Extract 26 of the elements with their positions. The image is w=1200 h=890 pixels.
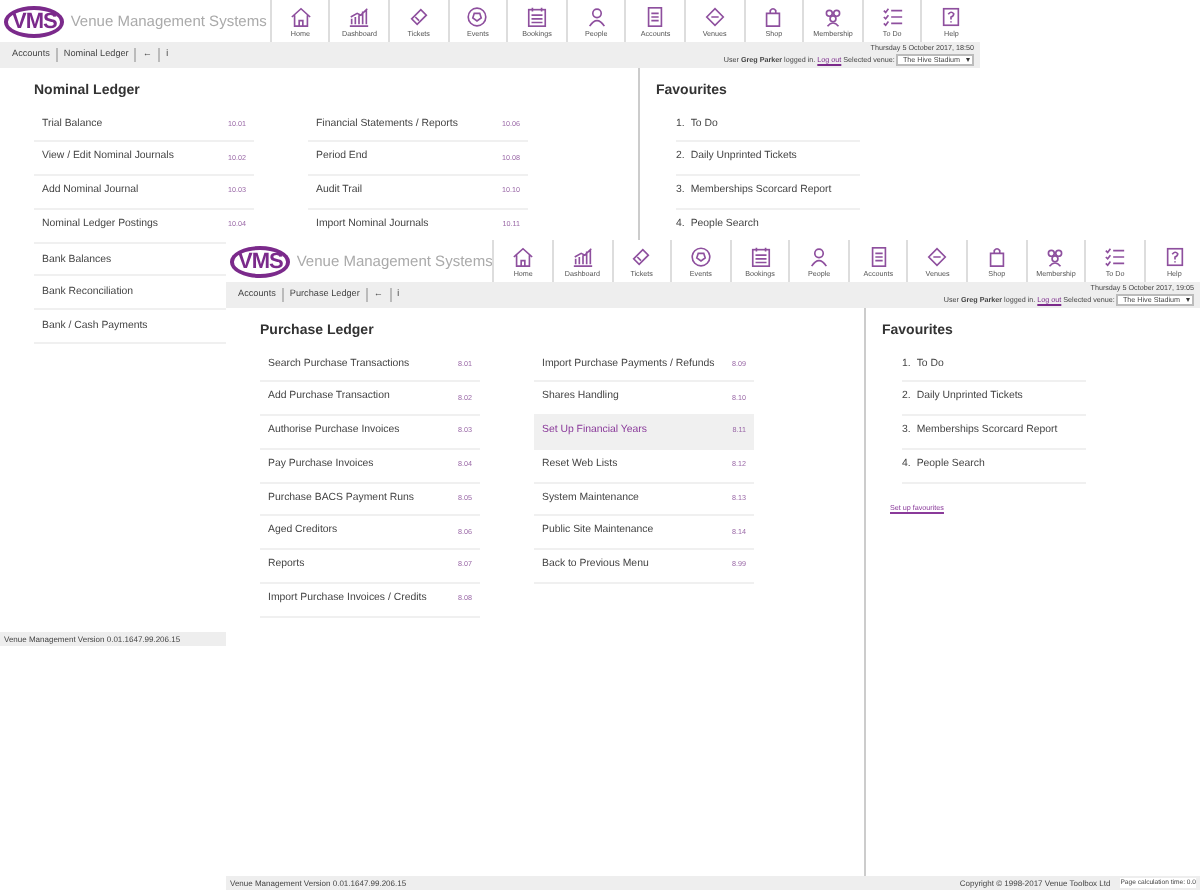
checklist-icon xyxy=(1104,245,1127,268)
home-icon xyxy=(289,5,312,28)
document-icon xyxy=(867,245,890,268)
logo[interactable]: VMS xyxy=(4,5,65,37)
person-icon xyxy=(808,245,831,268)
checklist-icon xyxy=(881,5,904,28)
ball-icon xyxy=(466,5,489,28)
bag-icon xyxy=(985,245,1008,268)
logo[interactable]: VMS xyxy=(230,245,291,277)
bag-icon xyxy=(762,5,785,28)
ticket-icon xyxy=(630,245,653,268)
group-icon xyxy=(1044,245,1067,268)
ticket-icon xyxy=(407,5,430,28)
calendar-icon xyxy=(526,5,549,28)
tag-icon xyxy=(703,5,726,28)
chart-icon xyxy=(348,5,371,28)
tag-icon xyxy=(926,245,949,268)
home-icon xyxy=(512,245,535,268)
person-icon xyxy=(585,5,608,28)
group-icon xyxy=(822,5,845,28)
help-icon xyxy=(1163,245,1186,268)
help-icon xyxy=(940,5,963,28)
calendar-icon xyxy=(749,245,771,268)
document-icon xyxy=(644,5,667,28)
chart-icon xyxy=(571,245,594,268)
ball-icon xyxy=(689,245,712,268)
